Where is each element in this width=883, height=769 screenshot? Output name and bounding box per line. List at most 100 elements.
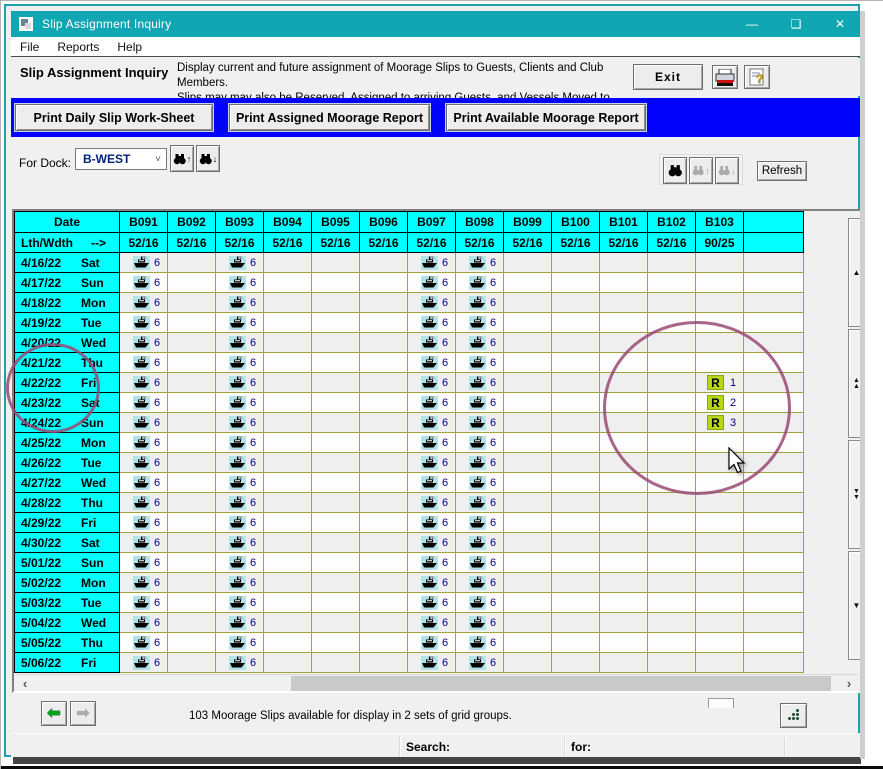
boat-cell-b091[interactable]: 6 [120, 313, 168, 333]
dock-dropdown[interactable]: B-WEST ˅ [75, 148, 167, 170]
slip-cell-b094[interactable] [264, 453, 312, 473]
slip-cell-b094[interactable] [264, 333, 312, 353]
slip-cell-b094[interactable] [264, 653, 312, 673]
slip-cell-b095[interactable] [312, 273, 360, 293]
slip-cell-b103[interactable] [696, 433, 744, 453]
slip-cell-b100[interactable] [552, 453, 600, 473]
slip-cell-b102[interactable] [648, 413, 696, 433]
grid-header-b098[interactable]: B098 [456, 212, 504, 233]
slip-cell-b096[interactable] [360, 573, 408, 593]
slip-cell-b096[interactable] [360, 393, 408, 413]
grid-header-b101[interactable]: B101 [600, 212, 648, 233]
slip-cell-b094[interactable] [264, 393, 312, 413]
boat-cell-b097[interactable]: 6 [408, 253, 456, 273]
slip-cell-b102[interactable] [648, 653, 696, 673]
slip-cell-b095[interactable] [312, 253, 360, 273]
boat-cell-b097[interactable]: 6 [408, 293, 456, 313]
slip-cell-b100[interactable] [552, 353, 600, 373]
grid-header-b097[interactable]: B097 [408, 212, 456, 233]
boat-cell-b097[interactable]: 6 [408, 353, 456, 373]
boat-cell-b097[interactable]: 6 [408, 513, 456, 533]
slip-cell-b099[interactable] [504, 513, 552, 533]
slip-cell-b100[interactable] [552, 273, 600, 293]
boat-cell-b098[interactable]: 6 [456, 373, 504, 393]
date-cell[interactable]: 4/22/22Fri [15, 373, 120, 393]
slip-cell-b095[interactable] [312, 613, 360, 633]
slip-cell-b092[interactable] [168, 513, 216, 533]
boat-cell-b091[interactable]: 6 [120, 533, 168, 553]
maximize-button[interactable]: ❑ [774, 11, 818, 37]
menu-item-file[interactable]: File [11, 38, 48, 56]
slip-cell-b102[interactable] [648, 473, 696, 493]
slip-cell-b094[interactable] [264, 313, 312, 333]
search-next-button-disabled[interactable]: ↑ [689, 157, 713, 184]
boat-cell-b098[interactable]: 6 [456, 413, 504, 433]
boat-cell-b091[interactable]: 6 [120, 373, 168, 393]
grid-header-b096[interactable]: B096 [360, 212, 408, 233]
slip-cell-b092[interactable] [168, 273, 216, 293]
slip-cell-b094[interactable] [264, 593, 312, 613]
scroll-left-arrow[interactable]: ‹ [16, 676, 34, 691]
slip-cell-b096[interactable] [360, 333, 408, 353]
grid-header-b094[interactable]: B094 [264, 212, 312, 233]
grid-header-b103[interactable]: B103 [696, 212, 744, 233]
slip-cell-b095[interactable] [312, 513, 360, 533]
boat-cell-b091[interactable]: 6 [120, 633, 168, 653]
boat-cell-b091[interactable]: 6 [120, 273, 168, 293]
boat-cell-b091[interactable]: 6 [120, 573, 168, 593]
slip-cell-b096[interactable] [360, 633, 408, 653]
minimize-button[interactable]: — [730, 11, 774, 37]
slip-cell-b095[interactable] [312, 433, 360, 453]
slip-cell-b100[interactable] [552, 593, 600, 613]
boat-cell-b093[interactable]: 6 [216, 533, 264, 553]
slip-cell-b100[interactable] [552, 513, 600, 533]
boat-cell-b093[interactable]: 6 [216, 553, 264, 573]
date-cell[interactable]: 4/16/22Sat [15, 253, 120, 273]
grid-cell-empty[interactable] [744, 613, 804, 633]
boat-cell-b091[interactable]: 6 [120, 513, 168, 533]
slip-cell-b099[interactable] [504, 633, 552, 653]
date-cell[interactable]: 4/24/22Sun [15, 413, 120, 433]
slip-cell-b102[interactable] [648, 493, 696, 513]
boat-cell-b093[interactable]: 6 [216, 573, 264, 593]
slip-cell-b096[interactable] [360, 413, 408, 433]
slip-cell-b099[interactable] [504, 393, 552, 413]
boat-cell-b093[interactable]: 6 [216, 413, 264, 433]
slip-cell-b103[interactable] [696, 493, 744, 513]
grid-cell-empty[interactable] [744, 593, 804, 613]
slip-cell-b103[interactable] [696, 593, 744, 613]
slip-cell-b099[interactable] [504, 313, 552, 333]
slip-cell-b100[interactable] [552, 653, 600, 673]
slip-cell-b100[interactable] [552, 413, 600, 433]
grid-cell-empty[interactable] [744, 293, 804, 313]
boat-cell-b097[interactable]: 6 [408, 593, 456, 613]
grid-cell-empty[interactable] [744, 553, 804, 573]
slip-cell-b101[interactable] [600, 493, 648, 513]
slip-cell-b101[interactable] [600, 633, 648, 653]
slip-cell-b100[interactable] [552, 253, 600, 273]
slip-cell-b100[interactable] [552, 333, 600, 353]
slip-cell-b103[interactable] [696, 573, 744, 593]
horizontal-scrollbar[interactable]: ‹ › [16, 674, 858, 691]
date-cell[interactable]: 4/17/22Sun [15, 273, 120, 293]
boat-cell-b098[interactable]: 6 [456, 533, 504, 553]
slip-cell-b096[interactable] [360, 273, 408, 293]
slip-cell-b101[interactable] [600, 273, 648, 293]
reservation-cell-b103[interactable]: R3 [696, 413, 744, 433]
boat-cell-b093[interactable]: 6 [216, 313, 264, 333]
slip-cell-b102[interactable] [648, 513, 696, 533]
grid-cell-empty[interactable] [744, 333, 804, 353]
slip-cell-b096[interactable] [360, 553, 408, 573]
boat-cell-b091[interactable]: 6 [120, 413, 168, 433]
slip-cell-b103[interactable] [696, 293, 744, 313]
slip-cell-b101[interactable] [600, 313, 648, 333]
slip-cell-b092[interactable] [168, 413, 216, 433]
slip-cell-b103[interactable] [696, 353, 744, 373]
boat-cell-b093[interactable]: 6 [216, 613, 264, 633]
boat-cell-b091[interactable]: 6 [120, 333, 168, 353]
boat-cell-b093[interactable]: 6 [216, 493, 264, 513]
slip-cell-b095[interactable] [312, 373, 360, 393]
slip-cell-b100[interactable] [552, 313, 600, 333]
slip-cell-b096[interactable] [360, 593, 408, 613]
slip-cell-b101[interactable] [600, 593, 648, 613]
